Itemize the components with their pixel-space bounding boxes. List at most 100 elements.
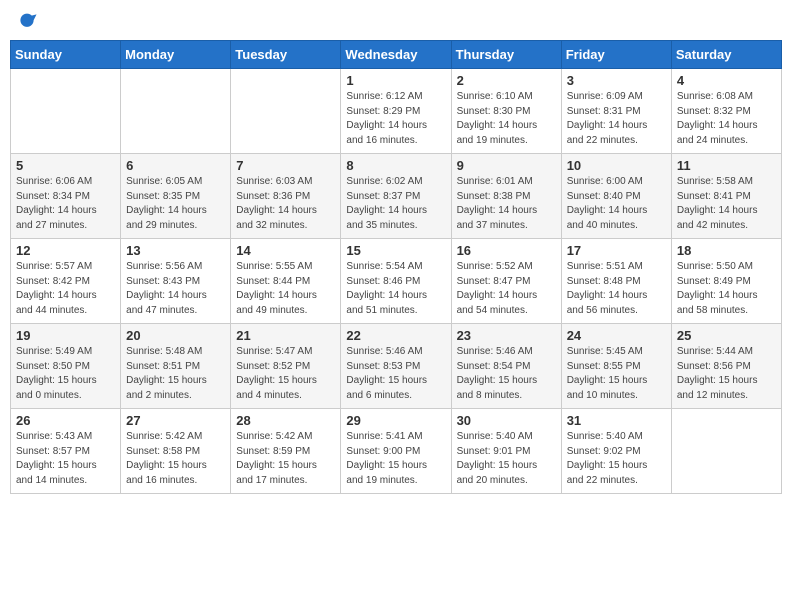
day-info: Sunrise: 5:49 AMSunset: 8:50 PMDaylight:… [16,345,115,403]
day-cell-22: 22 Sunrise: 5:46 AMSunset: 8:53 PMDayligh… [341,324,451,409]
logo [14,10,40,32]
empty-cell [11,69,121,154]
day-info: Sunrise: 5:52 AMSunset: 8:47 PMDaylight:… [457,260,556,318]
day-number: 27 [126,413,225,428]
day-number: 19 [16,328,115,343]
day-cell-17: 17 Sunrise: 5:51 AMSunset: 8:48 PMDayligh… [561,239,671,324]
day-info: Sunrise: 5:40 AMSunset: 9:01 PMDaylight:… [457,430,556,488]
day-number: 6 [126,158,225,173]
day-number: 24 [567,328,666,343]
week-row-2: 5 Sunrise: 6:06 AMSunset: 8:34 PMDaylight… [11,154,782,239]
day-info: Sunrise: 5:45 AMSunset: 8:55 PMDaylight:… [567,345,666,403]
day-number: 8 [346,158,445,173]
day-info: Sunrise: 6:03 AMSunset: 8:36 PMDaylight:… [236,175,335,233]
weekday-header-thursday: Thursday [451,41,561,69]
week-row-1: 1Sunrise: 6:12 AMSunset: 8:29 PMDaylight… [11,69,782,154]
day-cell-28: 28 Sunrise: 5:42 AMSunset: 8:59 PMDayligh… [231,409,341,494]
day-cell-27: 27Sunrise: 5:42 AMSunset: 8:58 PMDayligh… [121,409,231,494]
day-number: 22 [346,328,445,343]
calendar-table: SundayMondayTuesdayWednesdayThursdayFrid… [10,40,782,494]
weekday-header-monday: Monday [121,41,231,69]
day-cell-8: 8 Sunrise: 6:02 AMSunset: 8:37 PMDaylight… [341,154,451,239]
day-cell-30: 30 Sunrise: 5:40 AMSunset: 9:01 PMDayligh… [451,409,561,494]
day-number: 9 [457,158,556,173]
day-number: 29 [346,413,445,428]
day-info: Sunrise: 6:02 AMSunset: 8:37 PMDaylight:… [346,175,445,233]
day-number: 23 [457,328,556,343]
day-cell-31: 31 Sunrise: 5:40 AMSunset: 9:02 PMDayligh… [561,409,671,494]
week-row-5: 26 Sunrise: 5:43 AMSunset: 8:57 PMDayligh… [11,409,782,494]
empty-cell [121,69,231,154]
day-cell-15: 15 Sunrise: 5:54 AMSunset: 8:46 PMDayligh… [341,239,451,324]
day-cell-2: 2Sunrise: 6:10 AMSunset: 8:30 PMDaylight… [451,69,561,154]
day-info: Sunrise: 5:42 AMSunset: 8:59 PMDaylight:… [236,430,335,488]
week-row-3: 12 Sunrise: 5:57 AMSunset: 8:42 PMDayligh… [11,239,782,324]
day-info: Sunrise: 6:00 AMSunset: 8:40 PMDaylight:… [567,175,666,233]
day-info: Sunrise: 5:54 AMSunset: 8:46 PMDaylight:… [346,260,445,318]
day-info: Sunrise: 5:47 AMSunset: 8:52 PMDaylight:… [236,345,335,403]
day-cell-6: 6Sunrise: 6:05 AMSunset: 8:35 PMDaylight… [121,154,231,239]
day-number: 31 [567,413,666,428]
day-info: Sunrise: 5:51 AMSunset: 8:48 PMDaylight:… [567,260,666,318]
day-number: 5 [16,158,115,173]
day-cell-3: 3 Sunrise: 6:09 AMSunset: 8:31 PMDaylight… [561,69,671,154]
day-cell-19: 19 Sunrise: 5:49 AMSunset: 8:50 PMDayligh… [11,324,121,409]
day-cell-21: 21 Sunrise: 5:47 AMSunset: 8:52 PMDayligh… [231,324,341,409]
day-info: Sunrise: 6:01 AMSunset: 8:38 PMDaylight:… [457,175,556,233]
day-info: Sunrise: 5:43 AMSunset: 8:57 PMDaylight:… [16,430,115,488]
day-cell-13: 13Sunrise: 5:56 AMSunset: 8:43 PMDayligh… [121,239,231,324]
day-number: 26 [16,413,115,428]
day-info: Sunrise: 5:46 AMSunset: 8:53 PMDaylight:… [346,345,445,403]
day-cell-11: 11 Sunrise: 5:58 AMSunset: 8:41 PMDayligh… [671,154,781,239]
empty-cell [231,69,341,154]
day-info: Sunrise: 5:56 AMSunset: 8:43 PMDaylight:… [126,260,225,318]
day-number: 25 [677,328,776,343]
day-cell-7: 7 Sunrise: 6:03 AMSunset: 8:36 PMDaylight… [231,154,341,239]
day-number: 18 [677,243,776,258]
day-info: Sunrise: 6:09 AMSunset: 8:31 PMDaylight:… [567,90,666,148]
day-number: 3 [567,73,666,88]
header [10,10,782,32]
day-info: Sunrise: 5:50 AMSunset: 8:49 PMDaylight:… [677,260,776,318]
weekday-header-wednesday: Wednesday [341,41,451,69]
day-number: 14 [236,243,335,258]
day-number: 21 [236,328,335,343]
day-info: Sunrise: 5:44 AMSunset: 8:56 PMDaylight:… [677,345,776,403]
day-number: 7 [236,158,335,173]
day-number: 30 [457,413,556,428]
day-cell-1: 1Sunrise: 6:12 AMSunset: 8:29 PMDaylight… [341,69,451,154]
day-number: 12 [16,243,115,258]
day-info: Sunrise: 6:06 AMSunset: 8:34 PMDaylight:… [16,175,115,233]
weekday-header-row: SundayMondayTuesdayWednesdayThursdayFrid… [11,41,782,69]
day-cell-20: 20 Sunrise: 5:48 AMSunset: 8:51 PMDayligh… [121,324,231,409]
day-info: Sunrise: 5:41 AMSunset: 9:00 PMDaylight:… [346,430,445,488]
day-info: Sunrise: 5:46 AMSunset: 8:54 PMDaylight:… [457,345,556,403]
day-number: 20 [126,328,225,343]
day-number: 28 [236,413,335,428]
day-info: Sunrise: 5:58 AMSunset: 8:41 PMDaylight:… [677,175,776,233]
weekday-header-sunday: Sunday [11,41,121,69]
day-cell-24: 24 Sunrise: 5:45 AMSunset: 8:55 PMDayligh… [561,324,671,409]
day-number: 1 [346,73,445,88]
weekday-header-friday: Friday [561,41,671,69]
day-cell-5: 5 Sunrise: 6:06 AMSunset: 8:34 PMDaylight… [11,154,121,239]
day-number: 15 [346,243,445,258]
day-number: 16 [457,243,556,258]
day-cell-12: 12 Sunrise: 5:57 AMSunset: 8:42 PMDayligh… [11,239,121,324]
day-cell-9: 9 Sunrise: 6:01 AMSunset: 8:38 PMDaylight… [451,154,561,239]
day-info: Sunrise: 5:55 AMSunset: 8:44 PMDaylight:… [236,260,335,318]
empty-cell [671,409,781,494]
day-cell-10: 10 Sunrise: 6:00 AMSunset: 8:40 PMDayligh… [561,154,671,239]
day-number: 17 [567,243,666,258]
day-cell-29: 29 Sunrise: 5:41 AMSunset: 9:00 PMDayligh… [341,409,451,494]
day-info: Sunrise: 5:57 AMSunset: 8:42 PMDaylight:… [16,260,115,318]
day-number: 11 [677,158,776,173]
day-cell-16: 16 Sunrise: 5:52 AMSunset: 8:47 PMDayligh… [451,239,561,324]
day-info: Sunrise: 5:40 AMSunset: 9:02 PMDaylight:… [567,430,666,488]
day-info: Sunrise: 5:48 AMSunset: 8:51 PMDaylight:… [126,345,225,403]
day-info: Sunrise: 6:08 AMSunset: 8:32 PMDaylight:… [677,90,776,148]
day-info: Sunrise: 6:10 AMSunset: 8:30 PMDaylight:… [457,90,556,148]
day-number: 10 [567,158,666,173]
day-cell-25: 25 Sunrise: 5:44 AMSunset: 8:56 PMDayligh… [671,324,781,409]
weekday-header-saturday: Saturday [671,41,781,69]
